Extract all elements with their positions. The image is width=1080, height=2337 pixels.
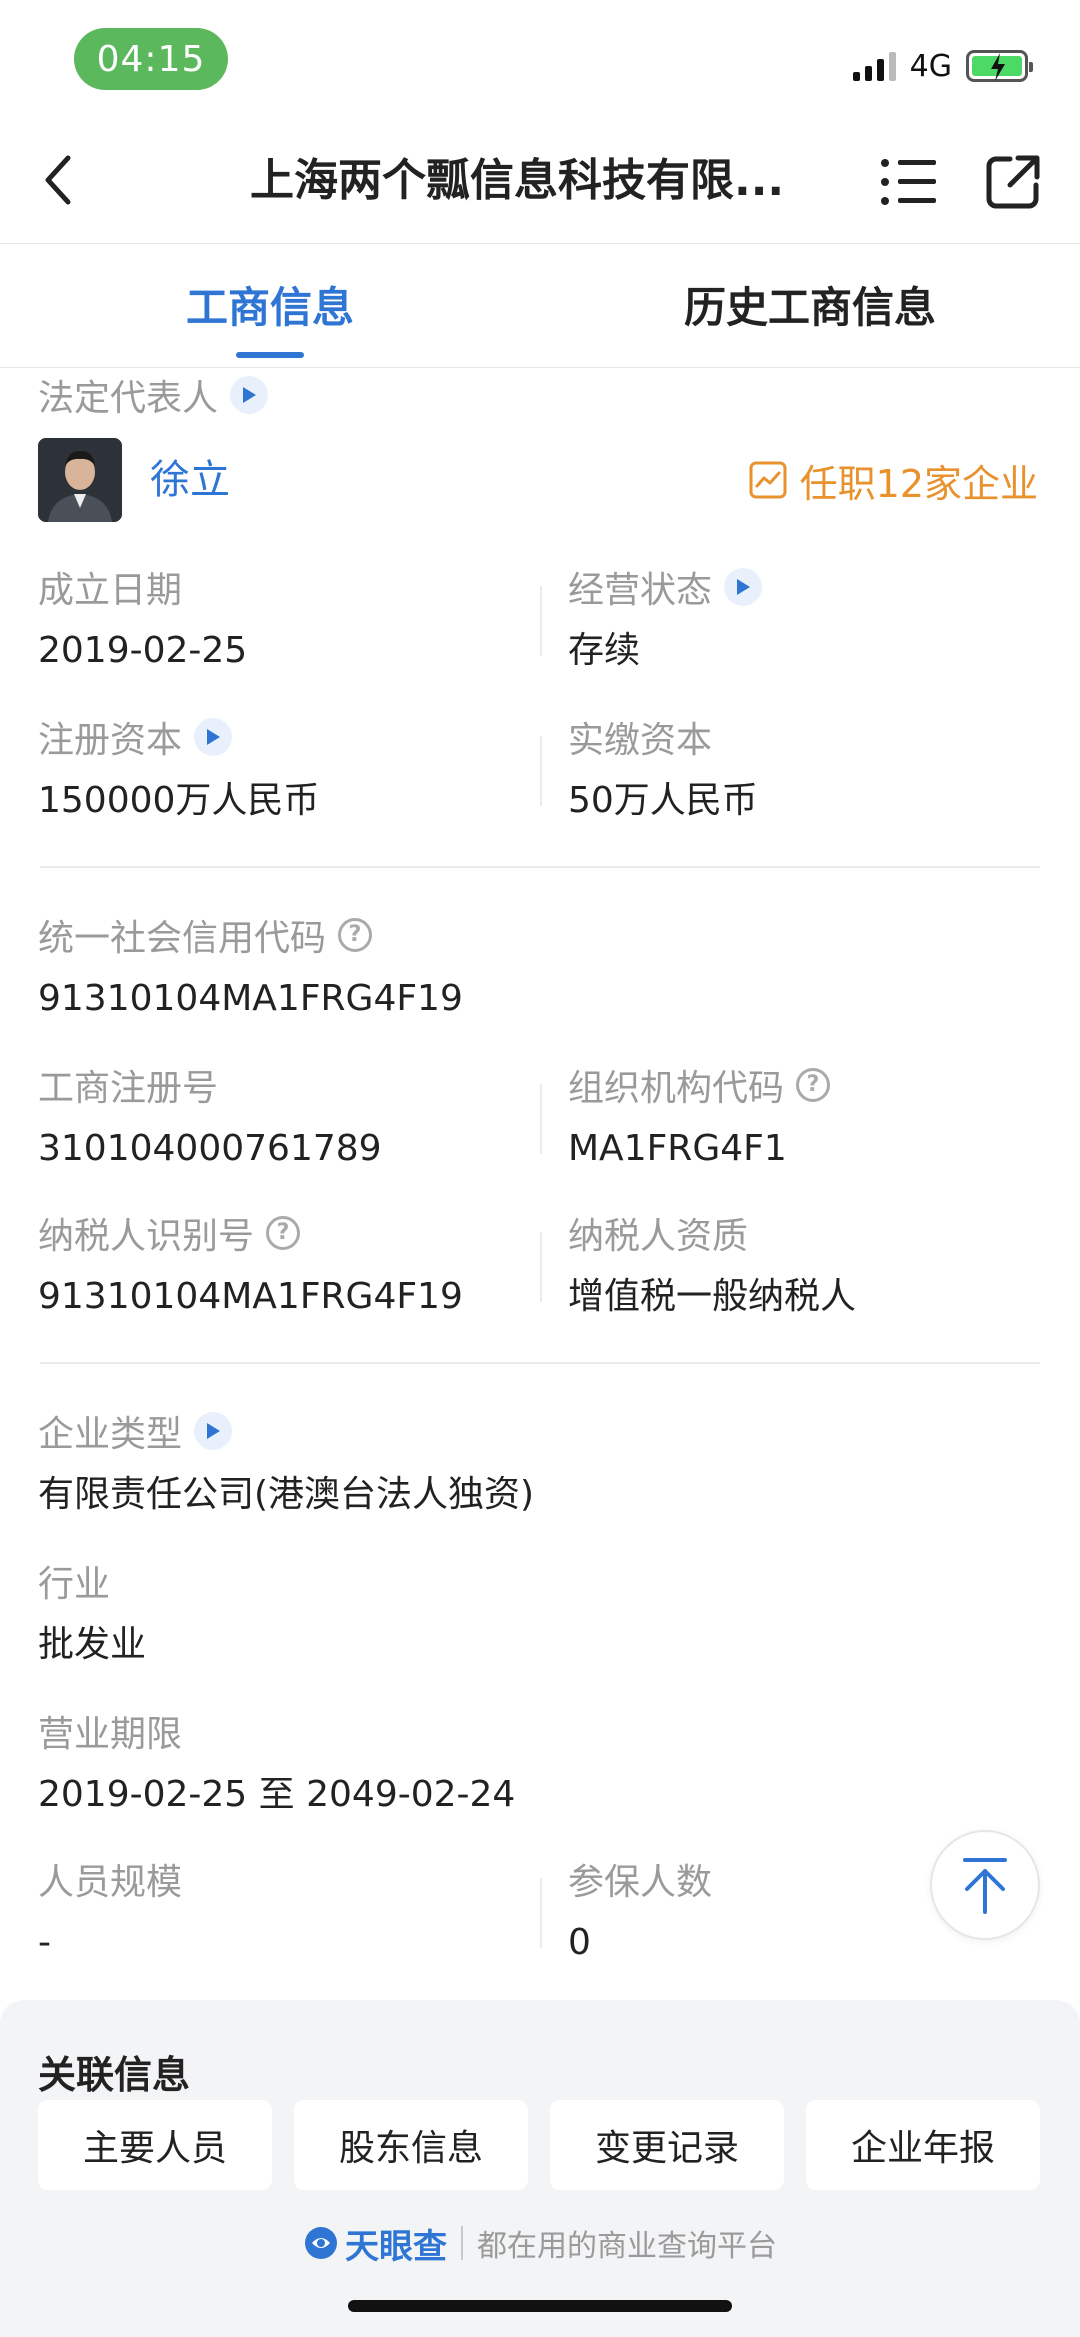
play-icon[interactable] [194, 718, 233, 756]
status-time: 04:15 [74, 28, 228, 90]
share-icon [986, 155, 1040, 209]
brand-footer: 天眼查 都在用的商业查询平台 [0, 2218, 1080, 2268]
scroll-to-top-button[interactable] [930, 1830, 1040, 1940]
legal-rep-jobs-link[interactable]: 任职12家企业 [748, 452, 1038, 508]
taxpayer-type-label: 纳税人资质 [568, 1216, 749, 1257]
home-indicator[interactable] [348, 2300, 732, 2312]
org-code-label: 组织机构代码 ? [568, 1060, 831, 1110]
brand-slogan: 都在用的商业查询平台 [477, 2229, 777, 2264]
taxpayer-id-label: 纳税人识别号 ? [38, 1208, 301, 1258]
business-term-value: 2019-02-25 至 2049-02-24 [38, 1774, 516, 1815]
annual-reports-button[interactable]: 企业年报 [806, 2100, 1040, 2190]
paid-capital-value: 50万人民币 [568, 780, 758, 821]
column-divider [540, 1084, 542, 1154]
established-date-label: 成立日期 [38, 570, 183, 611]
page-title: 上海两个瓢信息科技有限... [250, 155, 785, 206]
list-menu-icon [881, 159, 936, 205]
status-indicators: 4G [852, 46, 1033, 86]
section-divider [40, 866, 1040, 868]
nav-bar: 上海两个瓢信息科技有限... [0, 120, 1080, 244]
staff-size-value: - [38, 1922, 51, 1963]
play-icon[interactable] [230, 376, 269, 414]
help-icon[interactable]: ? [796, 1068, 831, 1102]
status-bar: 04:15 4G [0, 0, 1080, 120]
share-button[interactable] [980, 150, 1046, 214]
tab-active-indicator [236, 352, 304, 358]
reg-number-value: 310104000761789 [38, 1128, 382, 1169]
operating-status-value: 存续 [568, 630, 641, 671]
chevron-left-icon [45, 155, 71, 205]
battery-charging-icon [966, 50, 1033, 82]
registered-capital-label: 注册资本 [38, 712, 233, 762]
industry-label: 行业 [38, 1564, 111, 1605]
taxpayer-type-value: 增值税一般纳税人 [568, 1276, 857, 1317]
tab-history-business-info[interactable]: 历史工商信息 [684, 278, 936, 338]
back-button[interactable] [28, 150, 88, 210]
related-info-title: 关联信息 [38, 2053, 191, 2097]
related-info-panel: 关联信息 主要人员 股东信息 变更记录 企业年报 天眼查 都在用的商业查询平台 [0, 2000, 1080, 2337]
signal-icon [852, 51, 896, 81]
staff-size-label: 人员规模 [38, 1862, 183, 1903]
column-divider [540, 1232, 542, 1302]
column-divider [540, 586, 542, 656]
brand-logo: 天眼查 [303, 2219, 447, 2268]
legal-rep-label: 法定代表人 [38, 370, 269, 420]
change-records-button[interactable]: 变更记录 [550, 2100, 784, 2190]
company-type-value: 有限责任公司(港澳台法人独资) [38, 1474, 535, 1515]
brand-separator [461, 2226, 463, 2260]
arrow-up-icon [963, 1858, 1007, 1914]
legal-rep-name[interactable]: 徐立 [150, 452, 230, 508]
trend-chart-icon [749, 461, 787, 499]
help-icon[interactable]: ? [266, 1216, 301, 1250]
play-icon[interactable] [724, 568, 763, 606]
paid-capital-label: 实缴资本 [568, 720, 713, 761]
tab-business-info[interactable]: 工商信息 [186, 278, 354, 338]
credit-code-value: 91310104MA1FRG4F19 [38, 978, 463, 1019]
industry-value: 批发业 [38, 1624, 147, 1665]
column-divider [540, 736, 542, 806]
insured-count-label: 参保人数 [568, 1862, 713, 1903]
column-divider [540, 1878, 542, 1948]
company-type-label: 企业类型 [38, 1406, 233, 1456]
tianyancha-logo-icon [305, 2227, 337, 2259]
network-type: 4G [909, 48, 952, 84]
play-icon[interactable] [194, 1412, 233, 1450]
menu-button[interactable] [876, 150, 942, 214]
established-date-value: 2019-02-25 [38, 630, 248, 671]
key-personnel-button[interactable]: 主要人员 [38, 2100, 272, 2190]
avatar[interactable] [38, 438, 122, 522]
help-icon[interactable]: ? [338, 918, 373, 952]
registered-capital-value: 150000万人民币 [38, 780, 320, 821]
tab-bar: 工商信息 历史工商信息 [0, 244, 1080, 368]
shareholders-button[interactable]: 股东信息 [294, 2100, 528, 2190]
operating-status-label: 经营状态 [568, 562, 763, 612]
taxpayer-id-value: 91310104MA1FRG4F19 [38, 1276, 463, 1317]
section-divider [40, 1362, 1040, 1364]
reg-number-label: 工商注册号 [38, 1068, 219, 1109]
org-code-value: MA1FRG4F1 [568, 1128, 787, 1169]
credit-code-label: 统一社会信用代码 ? [38, 910, 373, 960]
insured-count-value: 0 [568, 1922, 591, 1963]
business-term-label: 营业期限 [38, 1714, 183, 1755]
